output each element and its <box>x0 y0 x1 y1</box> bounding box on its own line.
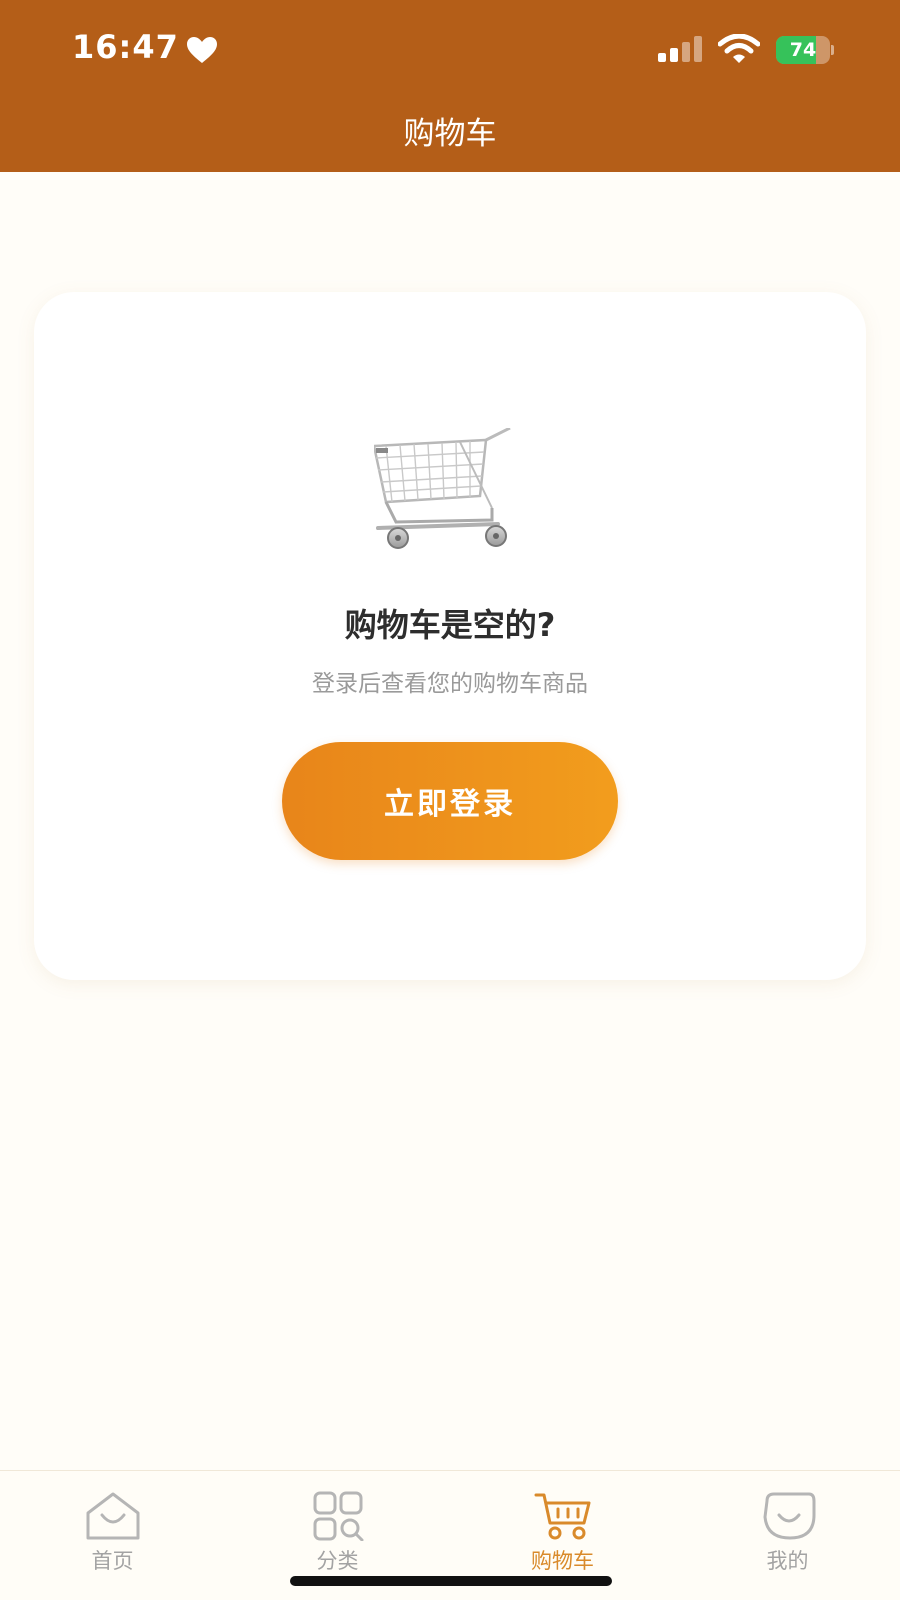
tab-home[interactable]: 首页 <box>0 1471 225 1600</box>
battery-cap <box>831 45 834 55</box>
cart-icon <box>534 1493 591 1540</box>
tab-label-profile: 我的 <box>766 1549 809 1573</box>
battery-body: 74 <box>776 36 830 64</box>
heart-icon <box>187 37 217 63</box>
battery-indicator: 74 <box>776 36 834 64</box>
profile-icon <box>763 1492 816 1540</box>
battery-level-text: 74 <box>789 39 817 61</box>
app-header: 16:47 74 购物车 <box>0 0 900 172</box>
tab-profile[interactable]: 我的 <box>675 1471 900 1600</box>
empty-cart-subtitle: 登录后查看您的购物车商品 <box>312 671 588 697</box>
wifi-icon <box>718 34 760 63</box>
shopping-cart-illustration <box>374 428 511 549</box>
home-icon <box>86 1492 140 1540</box>
tab-label-category: 分类 <box>316 1549 359 1573</box>
category-grid-icon <box>313 1491 364 1541</box>
signal-icon <box>658 36 702 62</box>
tab-label-cart: 购物车 <box>531 1549 594 1573</box>
status-time: 16:47 <box>72 28 179 66</box>
empty-cart-title: 购物车是空的? <box>344 606 556 644</box>
login-now-button[interactable]: 立即登录 <box>282 742 618 860</box>
status-bar: 16:47 74 <box>0 0 900 100</box>
page-title: 购物车 <box>403 116 497 152</box>
tab-label-home: 首页 <box>91 1549 134 1573</box>
home-indicator <box>290 1576 612 1586</box>
